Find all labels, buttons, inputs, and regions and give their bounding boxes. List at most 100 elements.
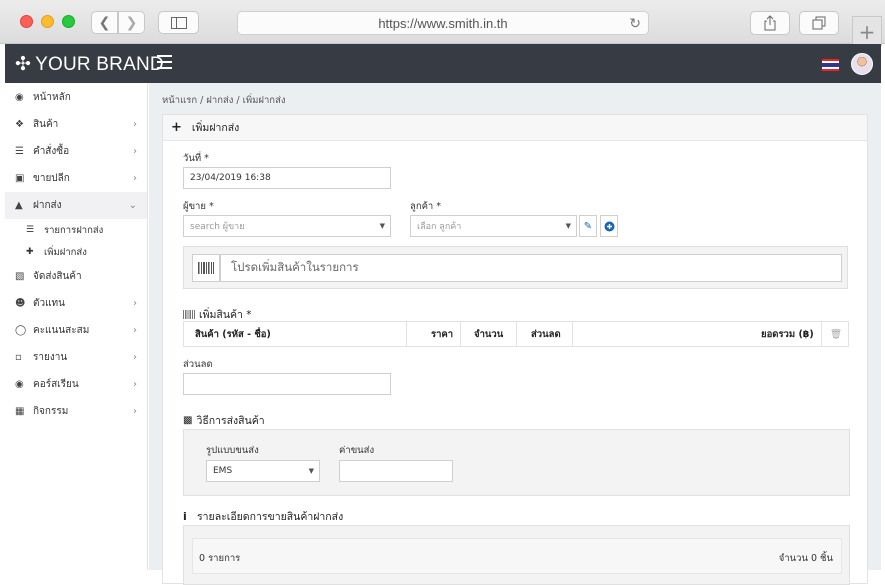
reload-icon[interactable]: ↻ [629, 15, 641, 32]
sidebar-item-label: สินค้า [33, 119, 59, 130]
chevron-right-icon: › [133, 119, 137, 130]
play-circle-icon: ◉ [15, 379, 24, 390]
sidebar-item-label: รายงาน [33, 352, 68, 363]
details-panel: 0 รายการ จำนวน 0 ชิ้น [183, 525, 850, 585]
sidebar-item-activities[interactable]: ▦ กิจกรรม › [5, 398, 147, 425]
barcode-panel: โปรดเพิ่มสินค้าในรายการ [183, 246, 848, 289]
sidebar-icon [170, 16, 187, 29]
shipping-panel: รูปแบบขนส่ง EMS ▼ ค่าขนส่ง [183, 429, 850, 496]
share-icon [764, 15, 776, 31]
thai-flag-icon[interactable] [822, 59, 839, 71]
list-icon: ☰ [15, 146, 24, 157]
truck-icon: ▩ [183, 415, 193, 426]
chevron-right-icon: ❯ [125, 14, 138, 31]
date-label: วันที่ * [183, 153, 209, 164]
tabs-icon [812, 16, 826, 30]
sidebar-subitem-consignment-list[interactable]: ☰ รายการฝากส่ง [5, 219, 147, 241]
avatar[interactable] [851, 53, 873, 75]
sidebar-item-label: ฝากส่ง [33, 200, 62, 211]
back-button[interactable]: ❮ [91, 11, 118, 34]
sidebar-item-label: ตัวแทน [33, 298, 65, 309]
sidebar-item-shipping[interactable]: ▧ จัดส่งสินค้า [5, 263, 147, 290]
plus-icon: + [171, 120, 182, 135]
add-customer-button[interactable] [600, 215, 618, 237]
sidebar-item-label: ขายปลีก [33, 173, 70, 184]
shipping-title: ▩ วิธีการส่งสินค้า [183, 415, 265, 427]
trash-icon[interactable]: 🗑 [830, 322, 842, 346]
col-product: สินค้า (รหัส - ชื่อ) [195, 328, 271, 340]
dashboard-icon: ◉ [15, 92, 24, 103]
sidebar-toggle-button[interactable] [158, 11, 199, 34]
product-table-header: สินค้า (รหัส - ชื่อ) ราคา จำนวน ส่วนลด ย… [183, 321, 849, 347]
caret-down-icon: ▼ [308, 467, 314, 475]
sidebar-item-retail[interactable]: ▣ ขายปลีก › [5, 165, 147, 192]
cart-icon: ▲ [15, 200, 23, 211]
discount-input[interactable] [183, 373, 391, 395]
sidebar-item-reports[interactable]: ▫ รายงาน › [5, 344, 147, 371]
chevron-right-icon: › [133, 298, 137, 309]
shipping-fee-label: ค่าขนส่ง [339, 445, 375, 456]
date-input[interactable]: 23/04/2019 16:38 [183, 167, 391, 189]
tabs-overview-button[interactable] [799, 11, 839, 35]
brand-logo[interactable]: ✣ YOUR BRAND [15, 53, 164, 76]
details-qty: จำนวน 0 ชิ้น [778, 553, 833, 564]
date-value: 23/04/2019 16:38 [190, 173, 271, 183]
users-icon: ☻ [15, 298, 26, 309]
details-summary-row: 0 รายการ จำนวน 0 ชิ้น [192, 538, 842, 574]
sidebar-item-label: กิจกรรม [33, 406, 69, 417]
chevron-right-icon: › [133, 352, 137, 363]
cubes-icon: ❖ [15, 119, 24, 130]
sidebar-item-label: จัดส่งสินค้า [33, 271, 82, 282]
main-content: หน้าแรก / ฝากส่ง / เพิ่มฝากส่ง + เพิ่มฝา… [149, 83, 881, 585]
chevron-right-icon: › [133, 173, 137, 184]
shipping-type-value: EMS [213, 466, 233, 476]
seller-label: ผู้ขาย * [183, 201, 214, 212]
sidebar-item-courses[interactable]: ◉ คอร์สเรียน › [5, 371, 147, 398]
barcode-placeholder: โปรดเพิ่มสินค้าในรายการ [231, 260, 359, 274]
details-title: i รายละเอียดการขายสินค้าฝากส่ง [183, 510, 344, 523]
col-total: ยอดรวม (฿) [761, 328, 814, 340]
brand-star-icon: ✣ [15, 54, 32, 75]
add-consignment-card: + เพิ่มฝากส่ง วันที่ * 23/04/2019 16:38 … [162, 114, 868, 585]
customer-label: ลูกค้า * [410, 201, 442, 212]
forward-button[interactable]: ❯ [118, 11, 145, 34]
customer-select[interactable]: เลือก ลูกค้า ▼ [410, 215, 577, 237]
sidebar-item-points[interactable]: ◯ คะแนนสะสม › [5, 317, 147, 344]
customer-placeholder: เลือก ลูกค้า [417, 222, 462, 232]
seller-select[interactable]: search ผู้ขาย ▼ [183, 215, 391, 237]
minimize-window-button[interactable] [41, 15, 54, 28]
sidebar-subitem-add-consignment[interactable]: ✚ เพิ่มฝากส่ง [5, 241, 147, 263]
app-navbar: ✣ YOUR BRAND [5, 44, 881, 83]
sidebar-item-label: คำสั่งซื้อ [33, 146, 70, 157]
address-bar[interactable]: https://www.smith.in.th ↻ [237, 11, 649, 35]
plus-circle-icon: ✚ [26, 247, 34, 257]
seller-placeholder: search ผู้ขาย [190, 222, 245, 232]
sidebar: ◉ หน้าหลัก ❖ สินค้า › ☰ คำสั่งซื้อ › ▣ ข… [5, 83, 148, 570]
sidebar-item-label: คะแนนสะสม [33, 325, 90, 336]
discount-label: ส่วนลด [183, 359, 213, 370]
url-text: https://www.smith.in.th [378, 15, 508, 31]
close-window-button[interactable] [20, 15, 33, 28]
card-header: + เพิ่มฝากส่ง [163, 115, 867, 141]
shipping-type-label: รูปแบบขนส่ง [206, 445, 259, 456]
shipping-type-select[interactable]: EMS ▼ [206, 460, 320, 482]
share-button[interactable] [750, 11, 790, 35]
new-tab-button[interactable]: + [852, 16, 882, 46]
sidebar-item-orders[interactable]: ☰ คำสั่งซื้อ › [5, 138, 147, 165]
edit-customer-button[interactable]: ✎ [579, 215, 597, 237]
trophy-icon: ◯ [15, 325, 27, 336]
sidebar-item-home[interactable]: ◉ หน้าหลัก [5, 84, 147, 111]
menu-toggle-icon[interactable] [157, 55, 172, 69]
card-title: เพิ่มฝากส่ง [191, 122, 240, 134]
sidebar-subitem-label: รายการฝากส่ง [44, 224, 104, 236]
barcode-icon [192, 254, 220, 282]
barcode-search-input[interactable]: โปรดเพิ่มสินค้าในรายการ [220, 254, 842, 282]
zoom-window-button[interactable] [62, 15, 75, 28]
sidebar-item-agents[interactable]: ☻ ตัวแทน › [5, 290, 147, 317]
truck-icon: ▧ [15, 271, 25, 282]
shipping-fee-input[interactable] [339, 460, 453, 482]
sidebar-item-consignment[interactable]: ▲ ฝากส่ง ⌄ [5, 192, 147, 219]
sidebar-item-products[interactable]: ❖ สินค้า › [5, 111, 147, 138]
pencil-icon: ✎ [583, 220, 593, 232]
col-quantity: จำนวน [474, 328, 504, 340]
